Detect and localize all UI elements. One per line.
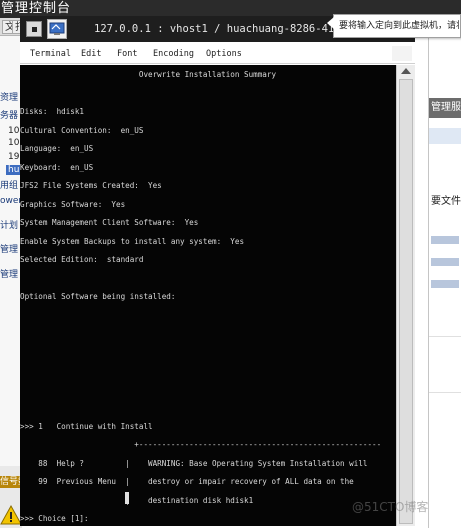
tree-item[interactable]: 10: [8, 126, 19, 136]
tree-item[interactable]: ower: [0, 196, 22, 206]
tree-item[interactable]: 务器: [0, 108, 18, 121]
vnc-window-title: 127.0.0.1 : vhost1 / huachuang-8286-41A-…: [94, 23, 340, 35]
tooltip-tail: [327, 17, 334, 29]
terminal-line: >>> Choice [1]:: [20, 514, 94, 523]
divider: [429, 392, 461, 393]
watermark: @51CTO博客: [352, 500, 429, 514]
terminal-line: Selected Edition: standard: [20, 255, 144, 264]
right-panel-text: 要文件: [431, 196, 461, 207]
terminal-line: >>> 1 Continue with Install: [20, 421, 153, 431]
right-panel-link[interactable]: [431, 280, 459, 288]
menu-terminal[interactable]: Terminal: [30, 44, 71, 64]
console-right-panel: 管理服务 要文件: [428, 36, 461, 528]
menu-font[interactable]: Font: [117, 44, 137, 64]
terminal-line: Keyboard: en_US: [20, 162, 94, 172]
terminal-line: Graphics Software: Yes: [20, 199, 126, 209]
warning-icon: [0, 504, 22, 526]
terminal-line: | destination disk hdisk1: [20, 495, 254, 505]
terminal-line: Enable System Backups to install any sys…: [20, 236, 245, 246]
console-left-tree: 资理 务器 10 10. 192 hu 用组 ower 计划 管理 管理: [0, 36, 25, 466]
menu-encoding[interactable]: Encoding: [153, 44, 194, 64]
tree-item[interactable]: 用组: [0, 178, 18, 191]
right-panel-bar: [429, 128, 461, 144]
right-panel-header: 管理服务: [429, 98, 461, 118]
terminal-line: 99 Previous Menu | destroy or impair rec…: [20, 477, 354, 486]
terminal-line: Optional Software being installed:: [20, 292, 176, 301]
terminal-line: 88 Help ? | WARNING: Base Operating Syst…: [20, 458, 368, 468]
terminal-line: +---------------------------------------…: [20, 440, 382, 449]
divider: [429, 336, 461, 337]
terminal-line: Language: en_US: [20, 144, 94, 153]
vnc-menubar: Terminal Edit Font Encoding Options: [20, 44, 415, 64]
window-menu-icon[interactable]: [26, 21, 42, 37]
tooltip-text: 要将输入定向到此虚拟机，请将: [339, 21, 459, 31]
tree-item[interactable]: 管理: [0, 267, 18, 280]
console-bottom-label: 信号数: [0, 476, 22, 488]
terminal-screen[interactable]: Overwrite Installation Summary Disks: hdi…: [20, 65, 396, 526]
right-panel-link[interactable]: [431, 258, 459, 266]
menubar-spacer: [392, 46, 412, 61]
scroll-up-arrow-icon[interactable]: [401, 68, 411, 74]
terminal-cursor: [125, 492, 129, 504]
tree-item[interactable]: 资理: [0, 90, 18, 103]
input-redirect-tooltip: 要将输入定向到此虚拟机，请将: [327, 14, 461, 38]
tree-item[interactable]: 管理: [0, 242, 18, 255]
menu-edit[interactable]: Edit: [81, 44, 101, 64]
terminal-scrollbar[interactable]: [396, 65, 415, 526]
terminal-line: Overwrite Installation Summary: [20, 70, 277, 79]
menu-options[interactable]: Options: [206, 44, 242, 64]
vnc-app-icon: [47, 19, 67, 39]
tree-item[interactable]: 计划: [0, 218, 18, 231]
terminal-line: Disks: hdisk1: [20, 107, 85, 116]
terminal-line: JFS2 File Systems Created: Yes: [20, 181, 162, 190]
right-panel-link[interactable]: [431, 236, 459, 244]
scrollbar-thumb[interactable]: [399, 79, 413, 524]
terminal-line: System Management Client Software: Yes: [20, 218, 199, 227]
terminal-line: Cultural Convention: en_US: [20, 125, 144, 135]
